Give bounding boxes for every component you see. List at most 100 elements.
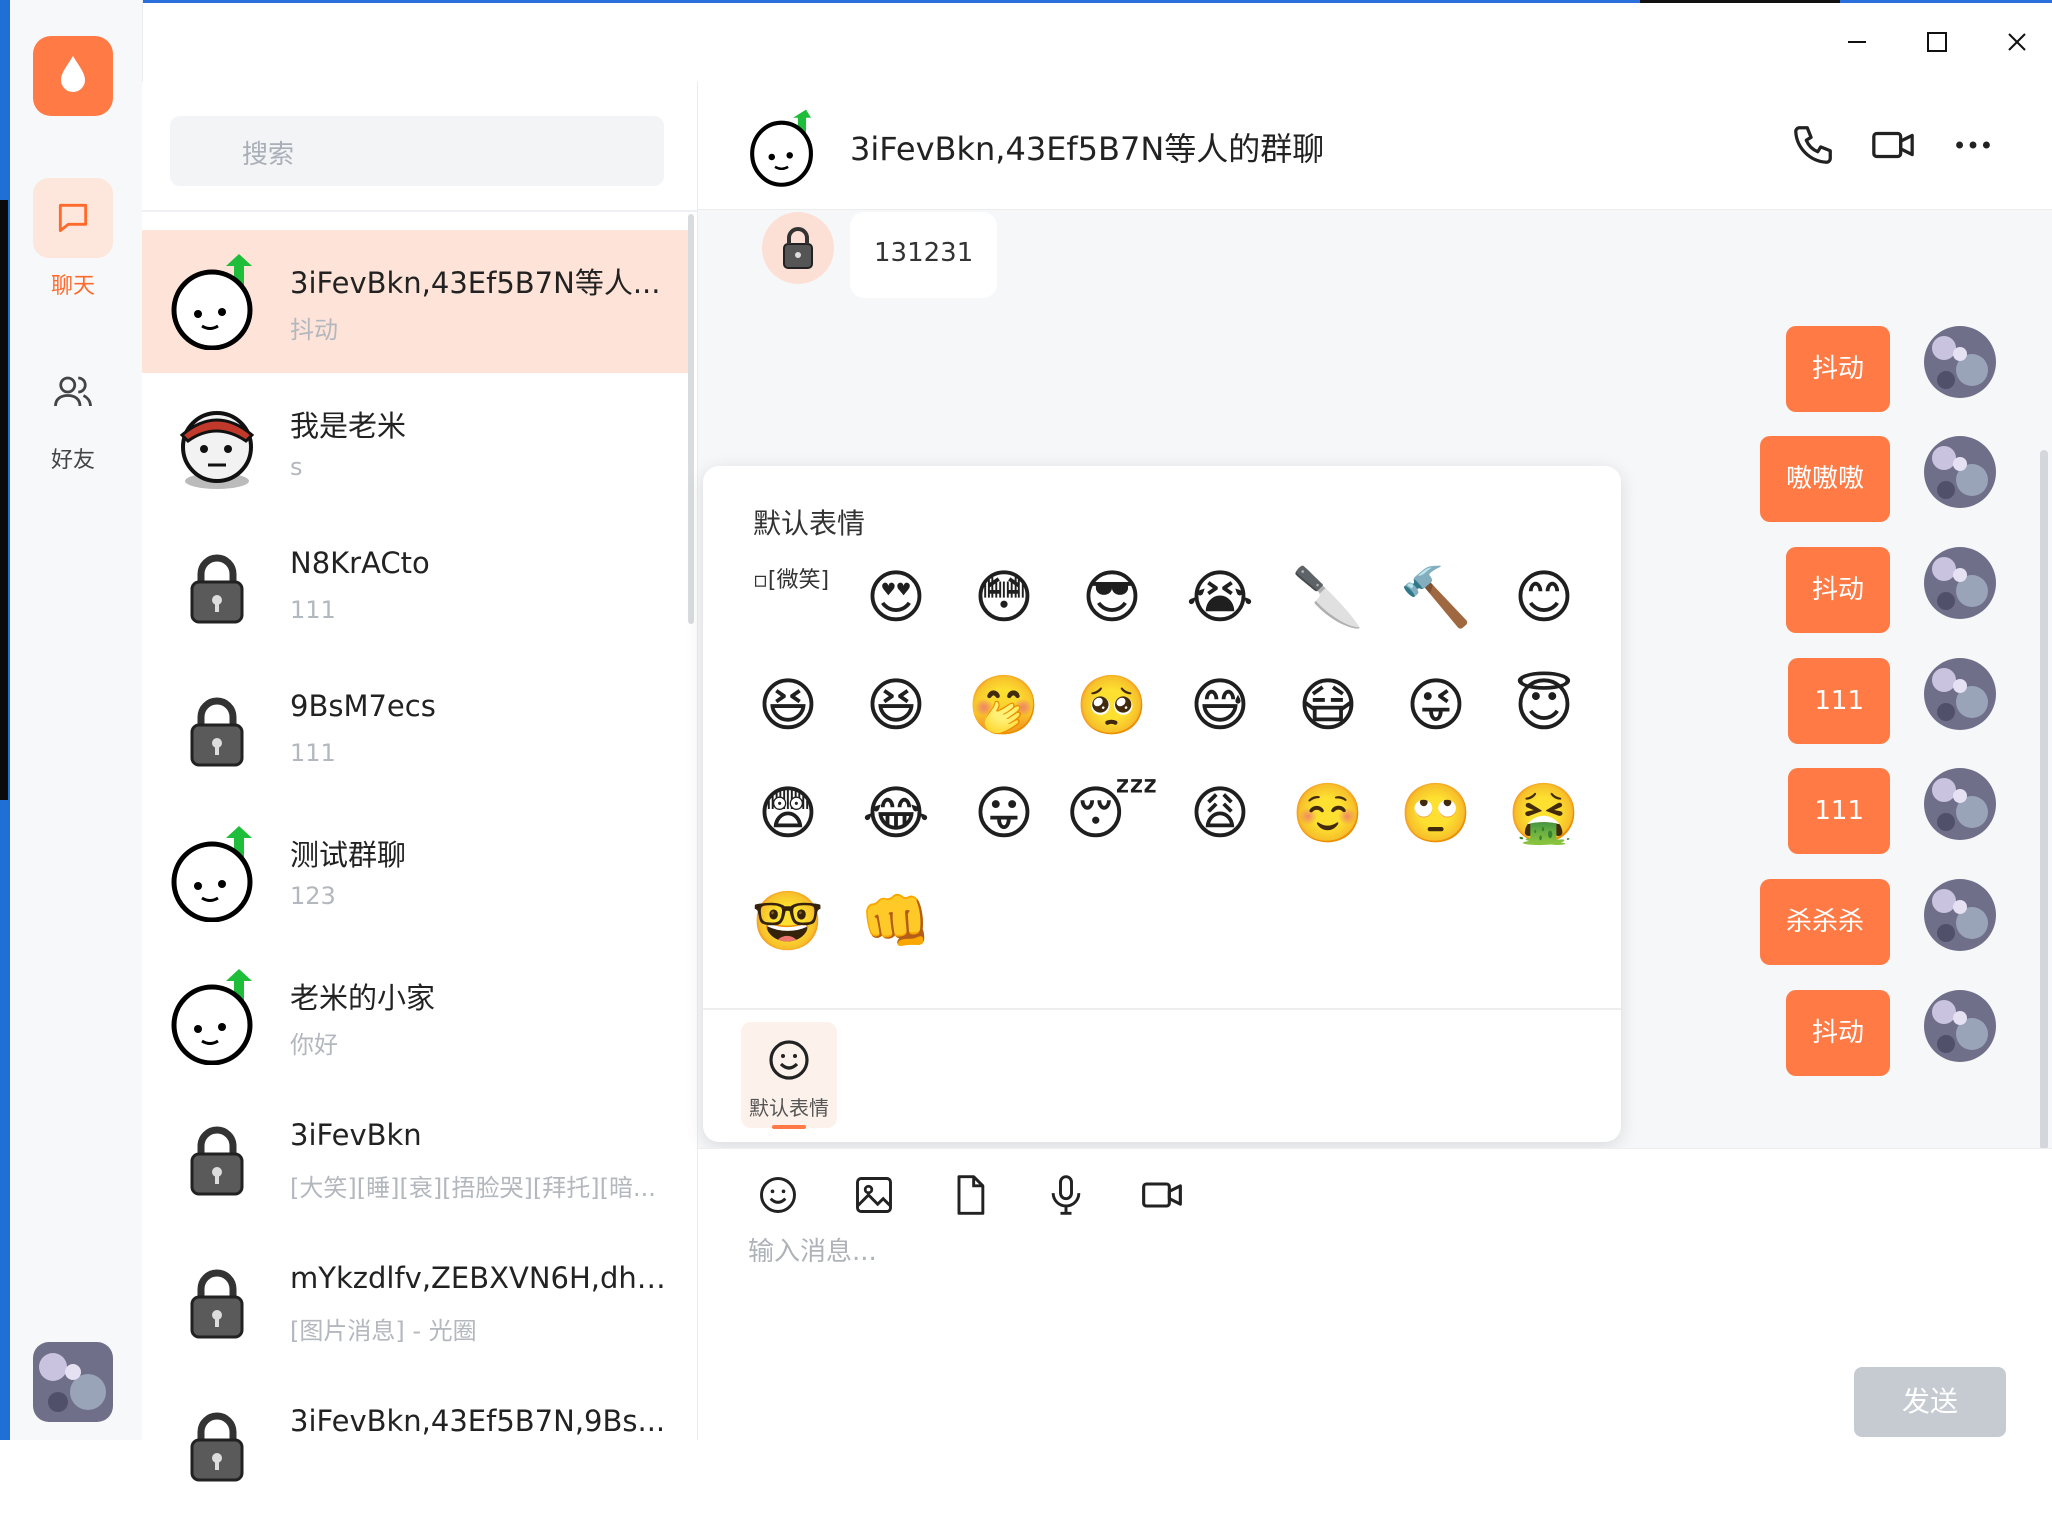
conversation-name: N8KrACto	[290, 546, 430, 580]
conversation-preview: 抖动	[290, 316, 338, 344]
emoji-item[interactable]: 😩	[1185, 778, 1255, 848]
chat-scrollbar[interactable]	[2040, 450, 2048, 1150]
conversation-avatar	[168, 1396, 266, 1494]
drop-icon	[61, 56, 85, 92]
outgoing-message-row: 111	[1676, 658, 1996, 744]
my-message-avatar[interactable]	[1924, 326, 1996, 398]
my-message-avatar[interactable]	[1924, 990, 1996, 1062]
conversation-item[interactable]: 老米的小家 你好	[142, 945, 688, 1088]
nav-friends[interactable]: 好友	[33, 352, 113, 474]
nav-chat[interactable]: 聊天	[33, 178, 113, 300]
emoji-item[interactable]: 😂	[861, 778, 931, 848]
conversation-preview: 你好	[290, 1031, 338, 1059]
sender-avatar[interactable]	[762, 212, 834, 284]
emoji-icon[interactable]	[756, 1173, 800, 1217]
conversation-avatar	[168, 1110, 266, 1208]
list-scrollbar[interactable]	[688, 214, 694, 624]
outgoing-message: 抖动	[1785, 326, 1890, 412]
smile-icon	[769, 1040, 809, 1080]
conversation-avatar	[168, 538, 266, 636]
emoji-item[interactable]: 😷	[1293, 670, 1363, 740]
conversation-item[interactable]: 我是老米 s	[142, 373, 688, 516]
emoji-item[interactable]: 😜	[1401, 670, 1471, 740]
conversation-item[interactable]: 3iFevBkn,43Ef5B7N,9Bs...	[142, 1374, 688, 1517]
emoji-item[interactable]: 🥺	[1076, 670, 1148, 740]
emoji-item[interactable]: 😅	[1185, 670, 1255, 740]
emoji-panel: 默认表情 ▫[微笑] 😍 😳 😎 😭 🔪 🔨 😊 😆 😆 🤭 🥺 😅 😷 😜 😇 😨 😂 😛 😴 😩 ☺️ 🙄 🤮 🤓 👊 默认…	[703, 466, 1621, 1142]
emoji-tab-default[interactable]: 默认表情	[741, 1022, 837, 1129]
conversation-name: 3iFevBkn,43Ef5B7N,9Bs...	[290, 1404, 666, 1438]
conversation-name: 3iFevBkn	[290, 1118, 422, 1152]
emoji-item[interactable]: 👊	[860, 886, 932, 956]
emoji-item[interactable]: 😭	[1185, 562, 1255, 632]
emoji-item[interactable]: 😊	[1509, 562, 1579, 632]
conversation-name: 我是老米	[290, 409, 407, 443]
video-icon[interactable]	[1140, 1173, 1184, 1217]
conversation-item[interactable]: 3iFevBkn [大笑][睡][衰][捂脸哭][拜托][暗...	[142, 1088, 688, 1231]
group-avatar[interactable]	[744, 108, 824, 188]
emoji-item[interactable]: 🤭	[968, 670, 1040, 740]
emoji-item[interactable]: 🔨	[1400, 562, 1472, 632]
more-icon[interactable]	[1950, 122, 1996, 168]
my-message-avatar[interactable]	[1924, 658, 1996, 730]
emoji-item[interactable]: 😆	[753, 670, 823, 740]
conversation-item[interactable]: N8KrACto 111	[142, 516, 688, 659]
file-icon[interactable]	[948, 1173, 992, 1217]
outgoing-message-row: 嗷嗷嗷	[1676, 436, 1996, 522]
conversation-preview: [大笑][睡][衰][捂脸哭][拜托][暗...	[290, 1174, 656, 1202]
chat-bubble-icon	[33, 178, 113, 258]
conversation-avatar	[168, 967, 266, 1066]
minimize-button[interactable]	[1836, 28, 1876, 56]
emoji-item[interactable]: 😇	[1509, 670, 1579, 740]
emoji-item[interactable]: 😴	[1065, 778, 1158, 848]
video-call-icon[interactable]	[1870, 122, 1916, 168]
emoji-item[interactable]: 🙄	[1400, 778, 1472, 848]
conversation-preview: 123	[290, 882, 336, 910]
emoji-item[interactable]: 🔪	[1292, 562, 1364, 632]
emoji-item[interactable]: 😨	[753, 778, 823, 848]
message-input[interactable]: 输入消息...	[748, 1231, 877, 1268]
search-placeholder: 搜索	[242, 140, 295, 170]
emoji-item[interactable]: 🤮	[1508, 778, 1580, 848]
nav-friends-label: 好友	[50, 448, 95, 473]
emoji-item[interactable]: 😆	[861, 670, 931, 740]
conversation-avatar	[168, 1253, 266, 1351]
outgoing-message-row: 抖动	[1676, 547, 1996, 633]
close-button[interactable]	[1996, 28, 2036, 56]
outgoing-message: 嗷嗷嗷	[1759, 436, 1890, 522]
emoji-item[interactable]: ☺️	[1292, 778, 1364, 848]
microphone-icon[interactable]	[1044, 1173, 1088, 1217]
phone-icon[interactable]	[1790, 122, 1836, 168]
outgoing-message: 111	[1788, 658, 1890, 744]
my-message-avatar[interactable]	[1924, 436, 1996, 508]
conversation-item[interactable]: mYkzdlfv,ZEBXVN6H,dhi... [图片消息] - 光圈	[142, 1231, 688, 1374]
my-message-avatar[interactable]	[1924, 879, 1996, 951]
my-message-avatar[interactable]	[1924, 768, 1996, 840]
conversation-preview: 111	[290, 596, 336, 624]
nav-chat-label: 聊天	[50, 274, 95, 299]
emoji-item[interactable]: 😳	[969, 562, 1039, 632]
conversation-item[interactable]: 9BsM7ecs 111	[142, 659, 688, 802]
emoji-item[interactable]: 😛	[969, 778, 1039, 848]
emoji-item[interactable]: 😎	[1077, 562, 1147, 632]
chat-title: 3iFevBkn,43Ef5B7N等人的群聊	[850, 130, 1325, 168]
outgoing-message-row: 抖动	[1676, 326, 1996, 412]
my-avatar[interactable]	[33, 1342, 113, 1422]
broken-emoji-image[interactable]: ▫[微笑]	[753, 568, 833, 628]
desktop-edge	[0, 0, 10, 1440]
outgoing-message: 抖动	[1785, 990, 1890, 1076]
composer: 输入消息... 发送	[698, 1148, 2052, 1441]
send-button[interactable]: 发送	[1854, 1367, 2006, 1437]
emoji-item[interactable]: 😍	[861, 562, 931, 632]
conversation-preview: s	[290, 453, 303, 481]
panel-divider	[703, 1008, 1621, 1010]
conversation-item[interactable]: 测试群聊 123	[142, 802, 688, 945]
my-message-avatar[interactable]	[1924, 547, 1996, 619]
emoji-item[interactable]: 🤓	[752, 886, 824, 956]
conversation-item[interactable]: 3iFevBkn,43Ef5B7N等人... 抖动	[142, 230, 688, 373]
image-icon[interactable]	[852, 1173, 896, 1217]
conversation-name: 测试群聊	[290, 838, 407, 872]
outgoing-message-row: 抖动	[1676, 990, 1996, 1076]
search-input[interactable]: 搜索	[170, 116, 664, 186]
maximize-button[interactable]	[1916, 28, 1956, 56]
